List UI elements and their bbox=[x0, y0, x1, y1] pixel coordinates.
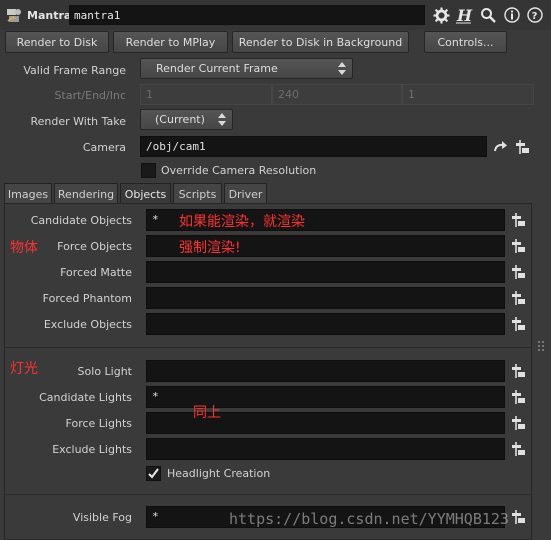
solo-light-field[interactable] bbox=[146, 360, 505, 382]
tab-objects[interactable]: Objects bbox=[120, 183, 171, 205]
override-camera-label: Override Camera Resolution bbox=[161, 164, 317, 177]
watermark-text: https://blog.csdn.net/YYMHQB123 bbox=[229, 510, 509, 528]
search-icon[interactable] bbox=[479, 6, 497, 24]
start-frame-field[interactable]: 1 bbox=[140, 84, 272, 105]
exclude-objects-label: Exclude Objects bbox=[43, 318, 132, 331]
section-divider bbox=[5, 494, 531, 495]
info-icon[interactable] bbox=[503, 6, 521, 24]
question-icon[interactable]: ? bbox=[526, 6, 544, 24]
jump-to-operator-icon[interactable] bbox=[491, 137, 511, 157]
render-with-take-label: Render With Take bbox=[30, 115, 126, 128]
end-frame-field[interactable]: 240 bbox=[272, 84, 402, 105]
tab-images[interactable]: Images bbox=[4, 183, 52, 204]
camera-label: Camera bbox=[82, 141, 126, 154]
inc-frame-field[interactable]: 1 bbox=[402, 84, 534, 105]
valid-frame-range-value: Render Current Frame bbox=[156, 62, 278, 75]
operator-chooser-icon[interactable] bbox=[509, 236, 529, 256]
start-end-inc-label: Start/End/Inc bbox=[54, 89, 126, 102]
valid-frame-range-menu[interactable]: Render Current Frame bbox=[140, 58, 353, 79]
operator-chooser-icon[interactable] bbox=[509, 288, 529, 308]
operator-chooser-icon[interactable] bbox=[509, 361, 529, 381]
candidate-objects-label: Candidate Objects bbox=[30, 214, 132, 227]
updown-arrow-icon bbox=[338, 62, 346, 78]
svg-text:?: ? bbox=[532, 11, 538, 22]
mantra-node-icon bbox=[6, 7, 22, 23]
updown-arrow-icon bbox=[218, 113, 226, 129]
annotation-objects-heading: 物体 bbox=[10, 240, 38, 256]
annotation-candidate-note: 如果能渲染，就渲染 bbox=[179, 214, 305, 230]
forced-matte-label: Forced Matte bbox=[60, 266, 132, 279]
operator-chooser-icon[interactable] bbox=[509, 413, 529, 433]
controls-button[interactable]: Controls... bbox=[424, 31, 507, 53]
operator-chooser-icon[interactable] bbox=[509, 439, 529, 459]
forced-phantom-field[interactable] bbox=[146, 287, 505, 309]
tab-rendering[interactable]: Rendering bbox=[54, 183, 118, 204]
svg-text:H: H bbox=[456, 6, 473, 24]
force-lights-label: Force Lights bbox=[65, 417, 132, 430]
visible-fog-label: Visible Fog bbox=[72, 511, 132, 524]
headlight-creation-checkbox[interactable] bbox=[146, 466, 161, 481]
exclude-objects-field[interactable] bbox=[146, 313, 505, 335]
section-divider bbox=[5, 347, 531, 348]
camera-field[interactable]: /obj/cam1 bbox=[140, 136, 487, 157]
node-type-label: Mantra bbox=[27, 9, 72, 22]
operator-chooser-icon[interactable] bbox=[509, 314, 529, 334]
annotation-lights-heading: 灯光 bbox=[10, 361, 38, 377]
render-to-mplay-button[interactable]: Render to MPlay bbox=[113, 31, 228, 53]
help-h-icon[interactable]: H bbox=[455, 6, 473, 24]
tab-driver[interactable]: Driver bbox=[224, 183, 267, 204]
headlight-creation-label: Headlight Creation bbox=[167, 467, 271, 480]
render-to-disk-button[interactable]: Render to Disk bbox=[5, 31, 109, 53]
operator-chooser-icon[interactable] bbox=[509, 507, 529, 527]
exclude-lights-label: Exclude Lights bbox=[52, 443, 132, 456]
gear-icon[interactable] bbox=[432, 6, 450, 24]
valid-frame-range-label: Valid Frame Range bbox=[23, 64, 126, 77]
operator-chooser-icon[interactable] bbox=[513, 137, 533, 157]
forced-phantom-label: Forced Phantom bbox=[42, 292, 132, 305]
operator-chooser-icon[interactable] bbox=[509, 262, 529, 282]
node-name-field[interactable]: mantra1 bbox=[69, 5, 425, 25]
tab-scripts[interactable]: Scripts bbox=[173, 183, 222, 204]
annotation-force-note: 强制渲染! bbox=[179, 240, 241, 256]
render-with-take-menu[interactable]: (Current) bbox=[140, 109, 233, 130]
override-camera-checkbox[interactable] bbox=[141, 163, 156, 178]
operator-chooser-icon[interactable] bbox=[509, 210, 529, 230]
annotation-lights-note: 同上 bbox=[193, 405, 221, 421]
checkmark-icon bbox=[148, 468, 159, 479]
forced-matte-field[interactable] bbox=[146, 261, 505, 283]
render-with-take-value: (Current) bbox=[155, 113, 205, 126]
candidate-lights-label: Candidate Lights bbox=[39, 391, 132, 404]
operator-chooser-icon[interactable] bbox=[509, 387, 529, 407]
render-background-button[interactable]: Render to Disk in Background bbox=[232, 31, 409, 53]
panel-resize-grip[interactable] bbox=[538, 340, 546, 354]
exclude-lights-field[interactable] bbox=[146, 438, 505, 460]
